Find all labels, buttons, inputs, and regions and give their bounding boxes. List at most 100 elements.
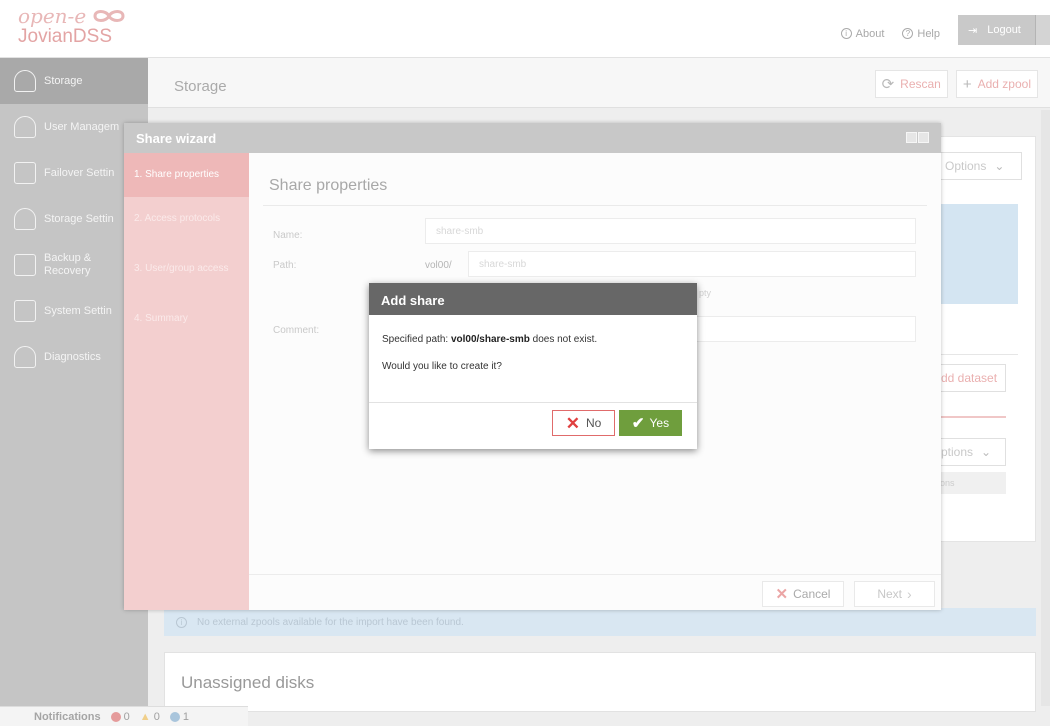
error-count[interactable]: 0 — [110, 710, 130, 723]
users-icon — [14, 116, 36, 138]
add-zpool-label: Add zpool — [977, 77, 1031, 91]
next-label: Next — [877, 587, 902, 601]
chevron-right-icon: › — [907, 586, 912, 602]
divider — [940, 354, 1018, 355]
dialog-question: Would you like to create it? — [382, 361, 502, 372]
main-header: Storage ⟳ Rescan + Add zpool — [148, 58, 1050, 108]
rescan-label: Rescan — [900, 77, 941, 91]
dataset-options-dropdown[interactable]: ptions ⌄ — [940, 438, 1006, 466]
about-label: About — [855, 27, 885, 40]
table-header-cell: ons — [940, 472, 1006, 494]
wizard-section-heading: Share properties — [269, 177, 388, 194]
logout-icon: ⇥ — [968, 24, 978, 37]
info-count[interactable]: 1 — [169, 710, 189, 723]
unassigned-disks-card: Unassigned disks — [164, 652, 1036, 712]
chevron-down-icon: ⌄ — [981, 445, 992, 459]
message-prefix: Specified path: — [382, 334, 451, 345]
path-field-value: share-smb — [479, 258, 527, 270]
sidebar-item-label: Backup & Recovery — [44, 252, 92, 277]
warning-count[interactable]: ▲ 0 — [140, 711, 160, 723]
failover-icon — [14, 162, 36, 184]
options-dropdown[interactable]: Options ⌄ — [940, 152, 1022, 180]
chevron-down-icon: ⌄ — [994, 159, 1005, 173]
notifications-label: Notifications — [34, 710, 101, 723]
sidebar-item-label: User Managem — [44, 121, 120, 133]
info-icon: i — [176, 616, 187, 628]
close-icon: ✕ — [565, 413, 580, 433]
no-zpools-info-bar: i No external zpools available for the i… — [164, 608, 1036, 636]
yes-label: Yes — [649, 416, 670, 430]
info-icon: i — [840, 28, 852, 39]
logo-text-top: open-e — [18, 4, 87, 28]
storage-settings-icon — [14, 208, 36, 230]
message-path: vol00/share-smb — [450, 334, 530, 345]
top-bar: open-e JovianDSS i About ? Help ⇥ Logout — [0, 0, 1050, 58]
no-label: No — [585, 416, 602, 430]
plus-icon: + — [962, 75, 972, 93]
infinity-logo-icon — [93, 10, 125, 22]
zpool-info-panel — [940, 204, 1018, 304]
warning-icon: ▲ — [139, 710, 151, 723]
name-field[interactable]: share-smb — [425, 218, 916, 244]
wizard-step-user-group-access[interactable]: 3. User/group access — [124, 241, 249, 297]
logout-label: Logout — [987, 24, 1021, 36]
info-text: No external zpools available for the imp… — [197, 616, 464, 628]
comment-label: Comment: — [273, 325, 320, 336]
path-prefix: vol00/ — [425, 260, 452, 271]
add-dataset-button[interactable]: dd dataset — [940, 364, 1006, 392]
help-link[interactable]: ? Help — [902, 28, 940, 40]
sidebar-item-label: Storage Settin — [44, 213, 114, 225]
diagnostics-icon — [14, 346, 36, 368]
name-field-value: share-smb — [436, 225, 484, 237]
logout-dropdown-caret[interactable] — [1036, 15, 1050, 45]
logo: open-e JovianDSS — [18, 4, 126, 48]
close-icon: ✕ — [775, 586, 789, 603]
dialog-message: Specified path: vol00/share-smb does not… — [382, 334, 597, 345]
wizard-step-summary[interactable]: 4. Summary — [124, 297, 249, 341]
info-count-value: 1 — [182, 710, 189, 723]
add-zpool-button[interactable]: + Add zpool — [955, 70, 1038, 98]
path-field[interactable]: share-smb — [468, 251, 916, 277]
divider — [263, 205, 927, 206]
options2-label: ptions — [941, 445, 974, 459]
options-label: Options — [945, 159, 987, 173]
about-link[interactable]: i About — [840, 27, 885, 40]
tab-underline — [940, 416, 1006, 418]
page-scrollbar[interactable] — [1041, 110, 1050, 706]
wizard-step-share-properties[interactable]: 1. Share properties — [124, 153, 249, 197]
dialog-title: Add share — [369, 283, 697, 315]
wizard-steps: 1. Share properties 2. Access protocols … — [124, 153, 249, 610]
no-button[interactable]: ✕ No — [552, 410, 615, 436]
logout-button[interactable]: ⇥ Logout — [958, 15, 1036, 45]
close-icon[interactable] — [918, 132, 929, 143]
wizard-title: Share wizard — [136, 131, 217, 146]
message-suffix: does not exist. — [529, 334, 598, 345]
sidebar-item-storage[interactable]: Storage — [0, 58, 148, 104]
divider — [369, 402, 697, 403]
yes-button[interactable]: ✔ Yes — [619, 410, 682, 436]
path-label: Path: — [273, 260, 297, 271]
add-share-dialog: Add share Specified path: vol00/share-sm… — [369, 283, 697, 449]
warning-count-value: 0 — [153, 710, 160, 723]
notifications-bar[interactable]: Notifications 0 ▲ 0 1 — [0, 706, 248, 726]
backup-icon — [14, 254, 36, 276]
wizard-title-bar: Share wizard — [124, 123, 941, 153]
add-dataset-label: dd dataset — [941, 371, 998, 385]
info-dot-icon — [169, 711, 180, 722]
checkmark-icon: ✔ — [631, 415, 645, 432]
cancel-button[interactable]: ✕ Cancel — [762, 581, 844, 607]
maximize-icon[interactable] — [906, 132, 917, 143]
path-hint: pty — [699, 288, 712, 298]
sidebar-item-label: Failover Settin — [44, 167, 115, 179]
sidebar-item-label: Diagnostics — [44, 351, 101, 363]
rescan-button[interactable]: ⟳ Rescan — [874, 70, 948, 98]
sidebar-item-label: System Settin — [44, 305, 112, 317]
help-label: Help — [917, 27, 940, 40]
next-button[interactable]: Next › — [854, 581, 935, 607]
error-count-value: 0 — [123, 710, 130, 723]
wizard-step-access-protocols[interactable]: 2. Access protocols — [124, 197, 249, 241]
help-icon: ? — [902, 28, 914, 39]
sidebar-item-label: Storage — [44, 75, 83, 87]
wizard-footer: ✕ Cancel Next › — [249, 574, 941, 610]
cancel-label: Cancel — [793, 587, 831, 601]
